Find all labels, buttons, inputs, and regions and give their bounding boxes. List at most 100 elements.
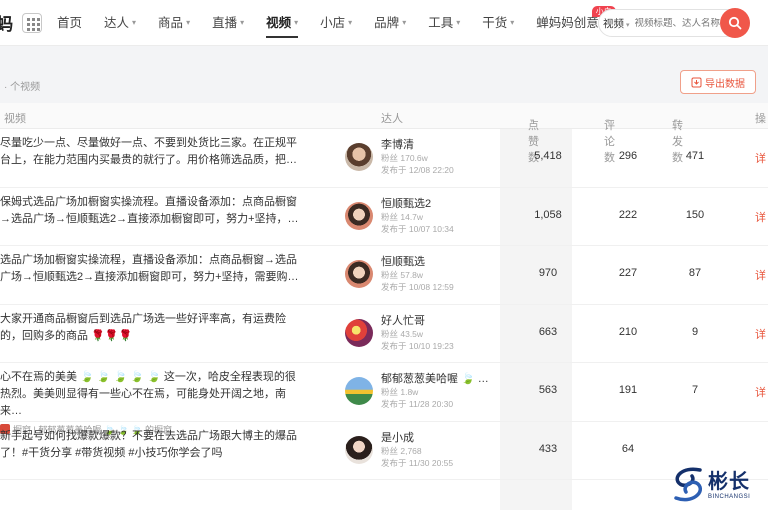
search-type-select[interactable]: 视频 ▾ [603, 16, 630, 31]
video-description[interactable]: 大家开通商品橱窗后到选品广场选一些好评率高，有运费险的，回购多的商品 🌹🌹🌹 [0, 311, 300, 345]
video-description[interactable]: 新手起号如何找爆款爆款？不要在去选品广场跟大博主的爆品了！#干货分享 #带货视频… [0, 428, 300, 462]
talent-fans: 粉丝 2,768 [381, 445, 422, 456]
nav-item-1[interactable]: 达人 ▾ [93, 0, 147, 46]
nav-item-5[interactable]: 小店 ▾ [309, 0, 363, 46]
nav-item-4[interactable]: 视频 ▾ [255, 0, 309, 46]
export-button[interactable]: 导出数据 [680, 70, 756, 94]
table-row[interactable]: 选品广场加橱窗实操流程，直播设备添加：点商品橱窗→选品广场→恒顺甄选2→直接添加… [0, 246, 768, 305]
watermark-logo: 彬长 BINCHANGSI [668, 462, 768, 510]
main-nav: 首页达人▾商品▾直播▾视频▾小店▾品牌▾工具▾干货▾蝉妈妈创意小白 [46, 0, 616, 46]
nav-item-6[interactable]: 品牌 ▾ [363, 0, 417, 46]
detail-link[interactable]: 详 [755, 209, 766, 225]
video-table: 视频 达人 点赞数 ▾ 评论数 ▾ 转发数 ▾ 操 尽量吃少一点、尽量做好一点、不要到… [0, 103, 768, 510]
avatar[interactable] [345, 318, 373, 347]
watermark-subtext: BINCHANGSI [708, 494, 751, 500]
header-talent: 达人 [381, 113, 403, 125]
likes-count: 663 [538, 325, 558, 338]
table-body: 尽量吃少一点、尽量做好一点、不要到处货比三家。在正规平台上，在能力范围内买最贵的… [0, 129, 768, 480]
export-icon [691, 77, 702, 87]
chevron-down-icon: ▾ [294, 17, 299, 27]
nav-label: 工具 [428, 15, 454, 30]
video-description[interactable]: 保姆式选品广场加橱窗实操流程。直播设备添加：点商品橱窗→选品广场→恒顺甄选2→直… [0, 194, 300, 228]
publish-time: 发布于 12/08 22:20 [381, 165, 454, 175]
nav-label: 蝉妈妈创意 [536, 15, 599, 30]
table-row[interactable]: 保姆式选品广场加橱窗实操流程。直播设备添加：点商品橱窗→选品广场→恒顺甄选2→直… [0, 188, 768, 246]
nav-label: 直播 [212, 15, 238, 30]
nav-label: 小店 [320, 15, 346, 30]
shares-count: 150 [685, 208, 705, 221]
avatar[interactable] [345, 201, 373, 230]
nav-item-7[interactable]: 工具 ▾ [417, 0, 471, 46]
talent-name[interactable]: 恒顺甄选2 [381, 195, 431, 211]
chevron-down-icon: ▾ [186, 17, 191, 27]
chevron-down-icon: ▾ [240, 17, 245, 27]
likes-count: 970 [538, 267, 558, 279]
video-title[interactable]: 心不在焉的美美 🍃 🍃 🍃 🍃 🍃 这一次，哈皮全程表现的很热烈。美美则显得有一… [0, 369, 300, 420]
video-title[interactable]: 大家开通商品橱窗后到选品广场选一些好评率高，有运费险的，回购多的商品 🌹🌹🌹 [0, 311, 300, 345]
video-title[interactable]: 保姆式选品广场加橱窗实操流程。直播设备添加：点商品橱窗→选品广场→恒顺甄选2→直… [0, 194, 300, 228]
talent-name[interactable]: 郁郁葱葱美哈喔 🍃 … [381, 370, 489, 386]
video-title[interactable]: 新手起号如何找爆款爆款？不要在去选品广场跟大博主的爆品了！#干货分享 #带货视频… [0, 428, 300, 462]
nav-item-0[interactable]: 首页 [46, 0, 93, 46]
nav-item-2[interactable]: 商品 ▾ [147, 0, 201, 46]
chevron-down-icon: ▾ [132, 17, 137, 27]
table-row[interactable]: 新手起号如何找爆款爆款？不要在去选品广场跟大博主的爆品了！#干货分享 #带货视频… [0, 422, 768, 480]
detail-link[interactable]: 详 [755, 326, 766, 342]
nav-label: 干货 [482, 15, 508, 30]
header-actions: 操 [755, 113, 766, 125]
nav-label: 品牌 [374, 15, 400, 30]
talent-name[interactable]: 恒顺甄选 [381, 253, 425, 269]
publish-time: 发布于 10/07 10:34 [381, 223, 454, 234]
talent-name[interactable]: 李博清 [381, 136, 414, 152]
watermark-swirl-icon [674, 467, 702, 502]
watermark-text: 彬长 [708, 469, 750, 493]
detail-link[interactable]: 详 [755, 267, 766, 283]
nav-label: 商品 [158, 15, 184, 30]
shares-count: 87 [688, 267, 702, 279]
search-input[interactable] [634, 17, 725, 29]
nav-item-3[interactable]: 直播 ▾ [201, 0, 255, 46]
talent-fans: 粉丝 170.6w [381, 153, 428, 163]
publish-time: 发布于 10/08 12:59 [381, 282, 454, 292]
video-title[interactable]: 尽量吃少一点、尽量做好一点、不要到处货比三家。在正规平台上，在能力范围内买最贵的… [0, 135, 300, 169]
video-description[interactable]: 尽量吃少一点、尽量做好一点、不要到处货比三家。在正规平台上，在能力范围内买最贵的… [0, 135, 300, 169]
shares-count: 9 [691, 325, 699, 338]
publish-time: 发布于 11/28 20:30 [381, 399, 454, 409]
detail-link[interactable]: 详 [755, 384, 766, 400]
detail-link[interactable]: 详 [755, 150, 766, 166]
talent-fans: 粉丝 57.8w [381, 270, 424, 280]
nav-label: 达人 [104, 15, 130, 30]
talent-name[interactable]: 是小成 [381, 429, 414, 445]
likes-count: 1,058 [534, 208, 562, 221]
avatar[interactable] [345, 435, 373, 464]
nav-label: 视频 [266, 15, 292, 30]
likes-count: 563 [538, 384, 558, 396]
comments-count: 64 [621, 442, 635, 455]
table-row[interactable]: 心不在焉的美美 🍃 🍃 🍃 🍃 🍃 这一次，哈皮全程表现的很热烈。美美则显得有一… [0, 363, 768, 435]
publish-time: 发布于 11/30 20:55 [381, 457, 454, 468]
video-description[interactable]: 选品广场加橱窗实操流程，直播设备添加：点商品橱窗→选品广场→恒顺甄选2→直接添加… [0, 252, 300, 286]
chevron-down-icon: ▾ [348, 17, 353, 27]
shares-count: 471 [685, 150, 705, 162]
table-row[interactable]: 大家开通商品橱窗后到选品广场选一些好评率高，有运费险的，回购多的商品 🌹🌹🌹 好人… [0, 305, 768, 363]
table-header: 视频 达人 点赞数 ▾ 评论数 ▾ 转发数 ▾ 操 [0, 103, 768, 164]
avatar[interactable] [345, 377, 373, 405]
chevron-down-icon: ▾ [402, 17, 407, 27]
table-row[interactable]: 尽量吃少一点、尽量做好一点、不要到处货比三家。在正规平台上，在能力范围内买最贵的… [0, 129, 768, 188]
app-logo[interactable]: 蚂 [0, 10, 14, 35]
apps-grid-icon[interactable] [22, 12, 42, 33]
top-navbar: 蚂 首页达人▾商品▾直播▾视频▾小店▾品牌▾工具▾干货▾蝉妈妈创意小白 视频▾ [0, 0, 768, 46]
avatar[interactable] [345, 143, 373, 171]
chevron-down-icon: ▾ [456, 17, 461, 27]
search-button[interactable] [720, 8, 750, 38]
avatar[interactable] [345, 260, 373, 288]
talent-name[interactable]: 好人忙哥 [381, 312, 425, 328]
header-video: 视频 [4, 113, 26, 125]
chevron-down-icon: ▾ [510, 17, 515, 27]
search-icon [728, 16, 742, 30]
nav-item-8[interactable]: 干货 ▾ [471, 0, 525, 46]
talent-fans: 粉丝 1.8w [381, 387, 419, 397]
likes-count: 5,418 [534, 150, 562, 162]
video-title[interactable]: 选品广场加橱窗实操流程，直播设备添加：点商品橱窗→选品广场→恒顺甄选2→直接添加… [0, 252, 300, 286]
publish-time: 发布于 10/10 19:23 [381, 340, 454, 351]
